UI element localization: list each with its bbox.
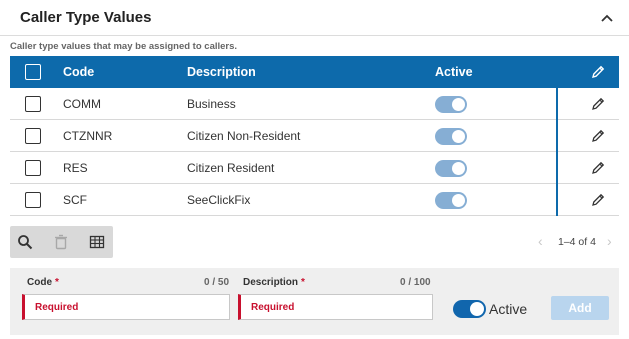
actions-column-divider xyxy=(556,88,558,216)
row-code: SCF xyxy=(63,193,87,207)
column-header-active[interactable]: Active xyxy=(435,65,473,79)
active-toggle[interactable] xyxy=(453,300,486,318)
row-description: SeeClickFix xyxy=(187,193,251,207)
table-grid-icon[interactable] xyxy=(89,234,105,250)
pencil-icon[interactable] xyxy=(590,128,606,144)
row-active-toggle[interactable] xyxy=(435,128,467,145)
panel-title: Caller Type Values xyxy=(20,9,152,26)
row-code: RES xyxy=(63,161,88,175)
chevron-up-icon[interactable] xyxy=(600,11,614,25)
row-description: Citizen Non-Resident xyxy=(187,129,301,143)
table-row[interactable]: RES Citizen Resident xyxy=(10,152,619,184)
description-field-label: Description * xyxy=(243,277,305,288)
description-char-counter: 0 / 100 xyxy=(400,277,431,288)
row-code: CTZNNR xyxy=(63,129,113,143)
row-active-toggle[interactable] xyxy=(435,96,467,113)
column-header-code[interactable]: Code xyxy=(63,65,94,79)
required-asterisk: * xyxy=(55,277,59,288)
code-char-counter: 0 / 50 xyxy=(204,277,230,288)
table-row[interactable]: SCF SeeClickFix xyxy=(10,184,619,216)
add-button[interactable]: Add xyxy=(551,296,609,320)
description-input[interactable] xyxy=(238,294,433,320)
row-code: COMM xyxy=(63,97,101,111)
required-asterisk: * xyxy=(301,277,305,288)
add-caller-type-form: Code* 0 / 50 Description* 0 / 100 Active… xyxy=(10,268,619,335)
select-all-checkbox[interactable] xyxy=(25,64,41,80)
row-checkbox[interactable] xyxy=(25,128,41,144)
row-active-toggle[interactable] xyxy=(435,160,467,177)
row-checkbox[interactable] xyxy=(25,160,41,176)
table-row[interactable]: CTZNNR Citizen Non-Resident xyxy=(10,120,619,152)
caller-type-table: Code Description Active COMM Business CT… xyxy=(10,56,619,216)
trash-icon[interactable] xyxy=(53,234,69,250)
code-field-label: Code * xyxy=(27,277,59,288)
column-header-description[interactable]: Description xyxy=(187,65,256,79)
pencil-icon[interactable] xyxy=(590,96,606,112)
code-input[interactable] xyxy=(22,294,230,320)
pencil-icon[interactable] xyxy=(590,160,606,176)
row-description: Citizen Resident xyxy=(187,161,275,175)
row-description: Business xyxy=(187,97,236,111)
row-active-toggle[interactable] xyxy=(435,192,467,209)
edit-all-icon[interactable] xyxy=(590,64,606,80)
prev-page-icon[interactable]: ‹ xyxy=(538,233,543,249)
search-icon[interactable] xyxy=(17,234,33,250)
row-checkbox[interactable] xyxy=(25,96,41,112)
active-toggle-label: Active xyxy=(489,301,528,317)
panel-subtitle: Caller type values that may be assigned … xyxy=(10,41,238,52)
table-header: Code Description Active xyxy=(10,56,619,88)
pencil-icon[interactable] xyxy=(590,192,606,208)
table-row[interactable]: COMM Business xyxy=(10,88,619,120)
pagination-range: 1–4 of 4 xyxy=(558,236,596,248)
table-toolbar xyxy=(10,226,113,258)
next-page-icon[interactable]: › xyxy=(607,233,612,249)
panel-header: Caller Type Values xyxy=(0,0,629,36)
row-checkbox[interactable] xyxy=(25,192,41,208)
